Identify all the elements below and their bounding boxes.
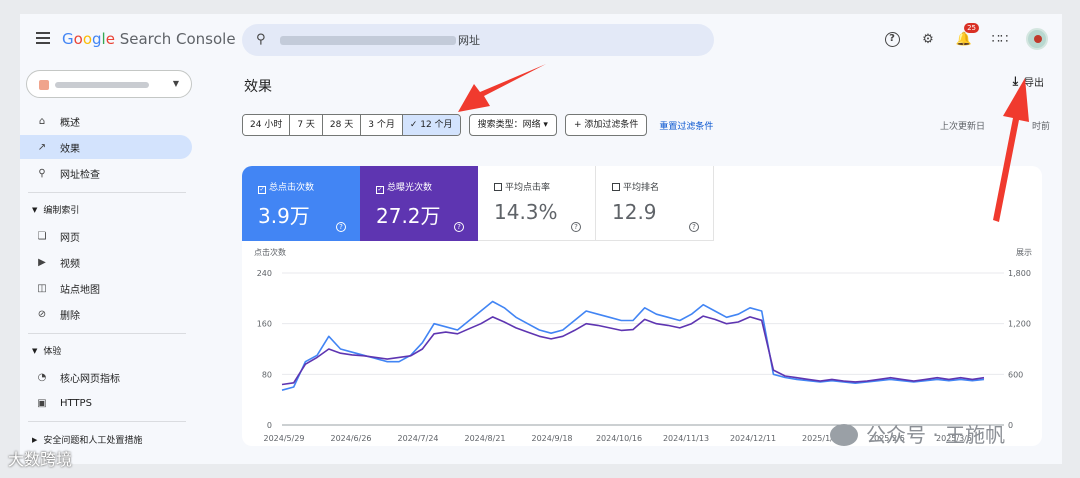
sidebar-section-security[interactable]: ▶ 安全问题和人工处置措施 — [32, 433, 142, 447]
pages-icon: ❏ — [37, 230, 47, 242]
series-line-0 — [281, 300, 985, 391]
annotation-arrow-12-months — [458, 64, 546, 112]
product-logo[interactable]: Google Search Console — [62, 30, 236, 48]
metric-value: 14.3% — [494, 200, 558, 224]
annotation-arrow-export — [993, 78, 1029, 222]
x-tick-label: 2024/9/18 — [531, 434, 572, 443]
sidebar-divider — [28, 192, 186, 193]
sitemap-icon: ◫ — [37, 282, 47, 294]
left-tick-label: 160 — [257, 320, 272, 329]
search-icon: ⚲ — [38, 167, 46, 179]
wechat-watermark: 公众号 · 王施帆 — [830, 419, 1005, 448]
url-inspect-search-bar[interactable]: ⚲ 网址 — [242, 24, 714, 56]
top-right-icons: ? ⚙ 🔔 25 ∷∷ — [882, 23, 1048, 50]
x-tick-label: 2024/11/13 — [663, 434, 709, 443]
x-tick-label: 2024/12/11 — [730, 434, 776, 443]
sidebar-section-indexing[interactable]: ▼ 编制索引 — [32, 203, 79, 217]
wechat-logo-icon — [830, 424, 858, 446]
right-tick-label: 1,200 — [1008, 320, 1031, 329]
performance-line-chart: 点击次数 展示 240 1,800 160 1,200 80 600 0 0 2024/5/29 20… — [254, 247, 1032, 443]
video-icon: ▶ — [38, 256, 46, 268]
left-tick-label: 240 — [257, 269, 272, 278]
right-tick-label: 1,800 — [1008, 269, 1031, 278]
sidebar-item-performance[interactable]: ↗ 效果 — [20, 135, 192, 159]
property-selector[interactable]: ▼ — [26, 70, 192, 98]
date-range-28d[interactable]: 28 天 — [322, 115, 362, 135]
left-tick-label: 80 — [262, 370, 272, 379]
x-tick-label: 2024/8/21 — [464, 434, 505, 443]
top-bar: Google Search Console ⚲ 网址 ? ⚙ 🔔 25 ∷∷ — [20, 14, 1062, 66]
chevron-down-icon: ▼ — [172, 79, 179, 88]
metric-card-clicks[interactable]: ✓ 总点击次数 3.9万 ? — [242, 166, 360, 241]
performance-card: ✓ 总点击次数 3.9万 ? ✓ 总曝光次数 27.2万 ? 平均点击率 14.3%… — [242, 166, 1042, 446]
x-tick-label: 2024/6/26 — [330, 434, 371, 443]
metric-value: 12.9 — [612, 200, 657, 224]
account-avatar[interactable] — [1026, 28, 1048, 50]
visibility-off-icon: ⊘ — [37, 308, 47, 320]
left-axis-title: 点击次数 — [254, 247, 286, 257]
sidebar-item-core-web-vitals[interactable]: ◔ 核心网页指标 — [20, 365, 192, 389]
expand-triangle-icon: ▶ — [32, 435, 38, 444]
checkbox-checked-icon: ✓ — [258, 186, 266, 194]
date-range-7d[interactable]: 7 天 — [290, 115, 323, 135]
left-tick-label: 0 — [267, 421, 272, 430]
collapse-triangle-icon: ▼ — [32, 205, 38, 214]
site-watermark: 大数跨境 — [8, 450, 73, 469]
checkbox-empty-icon — [494, 183, 502, 191]
right-tick-label: 600 — [1008, 370, 1023, 379]
sidebar: ▼ ⌂ 概述 ↗ 效果 ⚲ 网址检查 ▼ 编制索引 ❏ 网页 ▶ 视频 ◫ 站点地图 ⊘ 删除 … — [20, 66, 196, 464]
sidebar-section-experience[interactable]: ▼ 体验 — [32, 344, 61, 358]
metric-card-impressions[interactable]: ✓ 总曝光次数 27.2万 ? — [360, 166, 478, 241]
date-range-selector: 24 小时 7 天 28 天 3 个月 ✓ 12 个月 — [242, 114, 461, 136]
sidebar-item-url-inspection[interactable]: ⚲ 网址检查 — [20, 161, 192, 185]
lock-icon: ▣ — [37, 397, 47, 409]
add-filter-button[interactable]: + 添加过滤条件 — [564, 114, 648, 136]
home-icon: ⌂ — [38, 115, 46, 127]
sidebar-item-overview[interactable]: ⌂ 概述 — [20, 109, 192, 133]
sidebar-divider — [28, 421, 186, 422]
help-icon[interactable]: ? — [882, 29, 902, 49]
product-name: Search Console — [119, 30, 236, 48]
sidebar-item-sitemaps[interactable]: ◫ 站点地图 — [20, 276, 192, 300]
search-url-suffix: 网址 — [458, 34, 480, 47]
help-icon[interactable]: ? — [454, 222, 464, 232]
checkbox-empty-icon — [612, 183, 620, 191]
x-tick-label: 2024/10/16 — [596, 434, 642, 443]
hamburger-menu-icon[interactable] — [36, 32, 50, 44]
trending-up-icon: ↗ — [37, 141, 47, 153]
metric-value: 3.9万 — [258, 204, 310, 228]
notifications-bell-icon[interactable]: 🔔 25 — [954, 23, 979, 49]
right-tick-label: 0 — [1008, 421, 1013, 430]
notification-badge: 25 — [964, 23, 979, 33]
search-console-window: Google Search Console ⚲ 网址 ? ⚙ 🔔 25 ∷∷ ▼ … — [20, 14, 1062, 464]
metric-card-position[interactable]: 平均排名 12.9 ? — [596, 166, 714, 241]
date-range-3m[interactable]: 3 个月 — [361, 115, 403, 135]
user-settings-icon[interactable]: ⚙ — [918, 29, 938, 49]
sidebar-item-pages[interactable]: ❏ 网页 — [20, 224, 192, 248]
help-icon[interactable]: ? — [689, 222, 699, 232]
collapse-triangle-icon: ▼ — [32, 346, 38, 355]
apps-grid-icon[interactable]: ∷∷ — [990, 29, 1010, 49]
search-icon: ⚲ — [256, 32, 266, 47]
sidebar-item-videos[interactable]: ▶ 视频 — [20, 250, 192, 274]
help-icon[interactable]: ? — [571, 222, 581, 232]
sidebar-item-removals[interactable]: ⊘ 删除 — [20, 302, 192, 326]
help-icon[interactable]: ? — [336, 222, 346, 232]
sidebar-item-https[interactable]: ▣ HTTPS — [20, 391, 192, 415]
metric-value: 27.2万 — [376, 204, 441, 228]
checkbox-checked-icon: ✓ — [376, 186, 384, 194]
metric-card-ctr[interactable]: 平均点击率 14.3% ? — [478, 166, 596, 241]
blurred-property-name — [55, 82, 149, 88]
blurred-url — [280, 36, 456, 45]
x-tick-label: 2024/5/29 — [263, 434, 304, 443]
x-tick-label: 2024/7/24 — [397, 434, 438, 443]
property-favicon-icon — [39, 80, 49, 90]
sidebar-divider — [28, 333, 186, 334]
page-title: 效果 — [244, 79, 272, 95]
right-axis-title: 展示 — [1016, 248, 1032, 257]
reset-filters-link[interactable]: 重置过滤条件 — [659, 119, 713, 132]
date-range-24h[interactable]: 24 小时 — [243, 115, 291, 135]
speed-gauge-icon: ◔ — [37, 371, 47, 383]
